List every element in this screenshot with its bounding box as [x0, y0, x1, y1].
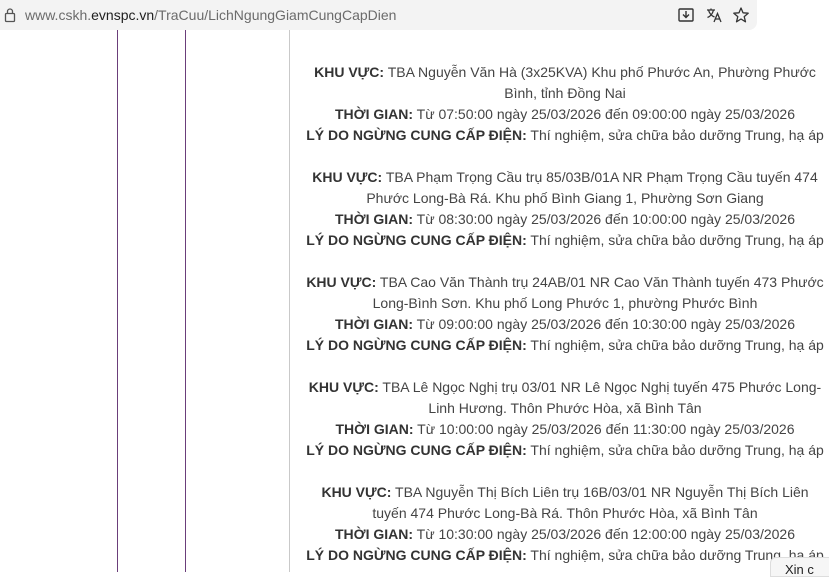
clipped-previous-entry: [300, 30, 829, 38]
reason-value: Thí nghiệm, sửa chữa bảo dưỡng Trung, hạ…: [526, 442, 824, 458]
time-value: Từ 08:30:00 ngày 25/03/2026 đến 10:00:00…: [413, 211, 796, 227]
outage-entry: KHU VỰC: TBA Nguyễn Thị Bích Liên trụ 16…: [300, 482, 829, 566]
translate-icon[interactable]: [704, 5, 724, 25]
time-label: THỜI GIAN:: [335, 421, 414, 437]
time-label: THỜI GIAN:: [334, 211, 414, 227]
area-line: KHU VỰC: TBA Cao Văn Thành trụ 24AB/01 N…: [300, 272, 829, 293]
reason-value: Thí nghiệm, sửa chữa bảo dưỡng Trung, hạ…: [526, 337, 824, 353]
time-line: THỜI GIAN: Từ 10:30:00 ngày 25/03/2026 đ…: [300, 524, 829, 545]
time-value: Từ 09:00:00 ngày 25/03/2026 đến 10:30:00…: [413, 316, 796, 332]
area-label: KHU VỰC:: [312, 169, 383, 185]
area-line-cont: Linh Hương. Thôn Phước Hòa, xã Bình Tân: [428, 400, 702, 416]
reason-label: LÝ DO NGỪNG CUNG CẤP ĐIỆN:: [306, 337, 527, 353]
column-divider: [185, 30, 186, 572]
outage-entry: KHU VỰC: TBA Lê Ngọc Nghị trụ 03/01 NR L…: [300, 377, 829, 461]
outage-entry: KHU VỰC: TBA Cao Văn Thành trụ 24AB/01 N…: [300, 272, 829, 356]
reason-value: Thí nghiệm, sửa chữa bảo dưỡng Trung, hạ…: [526, 232, 824, 248]
time-line: THỜI GIAN: Từ 08:30:00 ngày 25/03/2026 đ…: [300, 209, 829, 230]
time-value: Từ 07:50:00 ngày 25/03/2026 đến 09:00:00…: [413, 106, 796, 122]
time-label: THỜI GIAN:: [334, 106, 414, 122]
area-line: KHU VỰC: TBA Lê Ngọc Nghị trụ 03/01 NR L…: [300, 377, 829, 398]
column-divider: [289, 30, 290, 572]
url-path: /TraCuu/LichNgungGiamCungCapDien: [154, 7, 397, 23]
area-value: TBA Nguyễn Thị Bích Liên trụ 16B/03/01 N…: [391, 484, 809, 500]
reason-label: LÝ DO NGỪNG CUNG CẤP ĐIỆN:: [306, 232, 527, 248]
url-host: evnspc.vn: [91, 7, 155, 23]
area-line: KHU VỰC: TBA Nguyễn Văn Hà (3x25KVA) Khu…: [300, 62, 829, 83]
reason-line: LÝ DO NGỪNG CUNG CẤP ĐIỆN: Thí nghiệm, s…: [300, 545, 829, 566]
area-line-cont: Phước Long-Bà Rá. Khu phố Bình Giang 1, …: [366, 190, 764, 206]
area-line: KHU VỰC: TBA Nguyễn Thị Bích Liên trụ 16…: [300, 482, 829, 503]
reason-line: LÝ DO NGỪNG CUNG CẤP ĐIỆN: Thí nghiệm, s…: [300, 335, 829, 356]
reason-label: LÝ DO NGỪNG CUNG CẤP ĐIỆN:: [306, 547, 527, 563]
area-value: TBA Nguyễn Văn Hà (3x25KVA) Khu phố Phướ…: [384, 64, 816, 80]
chat-widget-button[interactable]: Xin c: [770, 557, 829, 577]
area-line-cont: tuyến 474 Phước Long-Bà Rá. Thôn Phước H…: [372, 505, 758, 521]
time-value: Từ 10:30:00 ngày 25/03/2026 đến 12:00:00…: [413, 526, 796, 542]
url-prefix: www.cskh.: [25, 7, 92, 23]
bookmark-star-icon[interactable]: [731, 5, 751, 25]
reason-line: LÝ DO NGỪNG CUNG CẤP ĐIỆN: Thí nghiệm, s…: [300, 125, 829, 146]
area-value: TBA Lê Ngọc Nghị trụ 03/01 NR Lê Ngọc Ng…: [378, 379, 822, 395]
time-line: THỜI GIAN: Từ 07:50:00 ngày 25/03/2026 đ…: [300, 104, 829, 125]
address-bar[interactable]: www.cskh.evnspc.vn/TraCuu/LichNgungGiamC…: [0, 0, 757, 30]
outage-entry: KHU VỰC: TBA Nguyễn Văn Hà (3x25KVA) Khu…: [300, 62, 829, 146]
area-line: KHU VỰC: TBA Phạm Trọng Cầu trụ 85/03B/0…: [300, 167, 829, 188]
time-line: THỜI GIAN: Từ 10:00:00 ngày 25/03/2026 đ…: [300, 419, 829, 440]
area-label: KHU VỰC:: [306, 274, 377, 290]
reason-line: LÝ DO NGỪNG CUNG CẤP ĐIỆN: Thí nghiệm, s…: [300, 230, 829, 251]
reason-label: LÝ DO NGỪNG CUNG CẤP ĐIỆN:: [306, 442, 527, 458]
area-label: KHU VỰC:: [321, 484, 392, 500]
url-text[interactable]: www.cskh.evnspc.vn/TraCuu/LichNgungGiamC…: [25, 7, 396, 23]
download-icon[interactable]: [676, 5, 696, 25]
column-divider: [117, 30, 118, 572]
area-label: KHU VỰC:: [314, 64, 385, 80]
area-value: TBA Phạm Trọng Cầu trụ 85/03B/01A NR Phạ…: [382, 169, 818, 185]
page-content: KHU VỰC: TBA Nguyễn Văn Hà (3x25KVA) Khu…: [0, 30, 829, 572]
outage-entry: KHU VỰC: TBA Phạm Trọng Cầu trụ 85/03B/0…: [300, 167, 829, 251]
lock-icon[interactable]: [4, 7, 16, 23]
area-line-cont: Bình, tỉnh Đồng Nai: [504, 85, 626, 101]
time-value: Từ 10:00:00 ngày 25/03/2026 đến 11:30:00…: [413, 421, 795, 437]
time-label: THỜI GIAN:: [334, 316, 414, 332]
reason-line: LÝ DO NGỪNG CUNG CẤP ĐIỆN: Thí nghiệm, s…: [300, 440, 829, 461]
chat-widget-label: Xin c: [785, 562, 814, 577]
time-line: THỜI GIAN: Từ 09:00:00 ngày 25/03/2026 đ…: [300, 314, 829, 335]
reason-label: LÝ DO NGỪNG CUNG CẤP ĐIỆN:: [306, 127, 527, 143]
area-label: KHU VỰC:: [308, 379, 379, 395]
time-label: THỜI GIAN:: [334, 526, 414, 542]
area-line-cont: Long-Bình Sơn. Khu phố Long Phước 1, phư…: [372, 295, 758, 311]
reason-value: Thí nghiệm, sửa chữa bảo dưỡng Trung, hạ…: [526, 127, 824, 143]
area-value: TBA Cao Văn Thành trụ 24AB/01 NR Cao Văn…: [376, 274, 824, 290]
